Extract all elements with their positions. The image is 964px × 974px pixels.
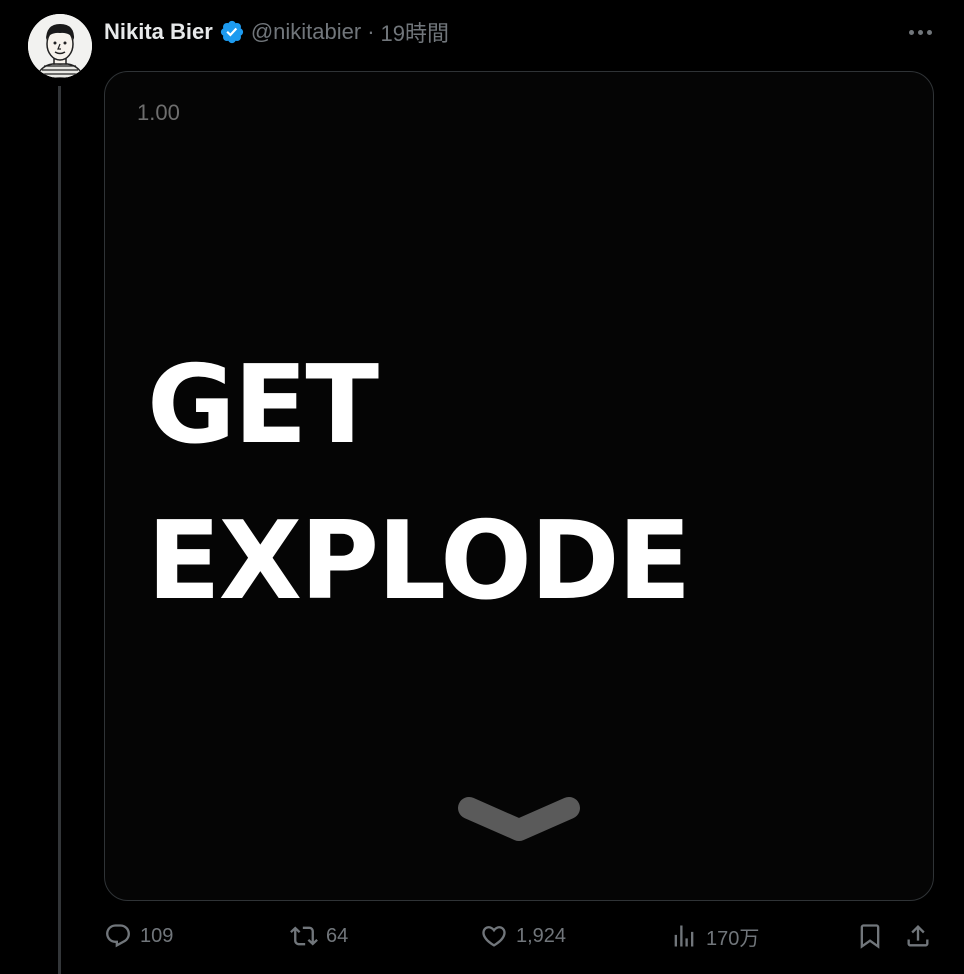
- tweet[interactable]: Nikita Bier @nikitabier · 19時間 1.00 GET …: [0, 0, 964, 974]
- like-count: 1,924: [516, 924, 567, 947]
- reply-icon: [106, 924, 130, 948]
- author-handle[interactable]: @nikitabier: [251, 19, 361, 45]
- tweet-header: Nikita Bier @nikitabier · 19時間: [104, 16, 449, 48]
- timestamp[interactable]: 19時間: [381, 16, 449, 48]
- video-text-line-1: GET: [147, 343, 379, 468]
- share-button[interactable]: [904, 918, 932, 954]
- verified-badge-icon[interactable]: [219, 19, 245, 45]
- like-button[interactable]: 1,924: [480, 918, 566, 954]
- avatar[interactable]: [28, 14, 92, 78]
- author-name[interactable]: Nikita Bier: [104, 19, 213, 45]
- video-text-line-2: EXPLODE: [147, 499, 691, 624]
- playback-speed: 1.00: [137, 100, 180, 125]
- avatar-illustration: [28, 14, 92, 78]
- separator-dot: ·: [367, 19, 375, 44]
- reply-count: 109: [140, 924, 174, 947]
- bookmark-button[interactable]: [856, 918, 884, 954]
- repost-icon: [290, 926, 318, 946]
- heart-icon: [482, 926, 506, 947]
- action-bar: 109 64 1,924 170万: [104, 918, 936, 954]
- share-icon: [907, 925, 929, 947]
- bookmark-icon: [860, 924, 880, 949]
- repost-count: 64: [326, 924, 349, 947]
- more-horizontal-icon[interactable]: [904, 20, 936, 44]
- chevron-down-icon: [458, 797, 580, 841]
- video-player[interactable]: 1.00 GET EXPLODE: [104, 71, 934, 901]
- views-chart-icon: [674, 925, 694, 947]
- views-count: 170万: [706, 927, 760, 950]
- views-button[interactable]: 170万: [670, 918, 759, 954]
- thread-line: [58, 86, 61, 974]
- repost-button[interactable]: 64: [290, 918, 348, 954]
- reply-button[interactable]: 109: [104, 918, 173, 954]
